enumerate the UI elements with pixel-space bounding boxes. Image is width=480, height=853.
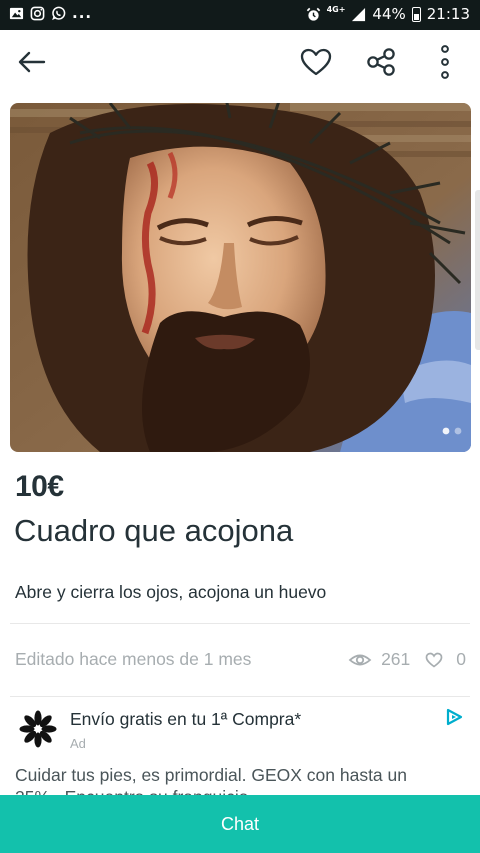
ad-headline[interactable]: Envío gratis en tu 1ª Compra* — [70, 709, 301, 730]
gallery-icon — [9, 7, 24, 20]
back-arrow-icon — [18, 51, 46, 73]
more-vertical-icon — [441, 45, 449, 79]
chat-button-label: Chat — [220, 813, 260, 834]
favorites-count: 0 — [456, 649, 466, 669]
advertiser-logo[interactable] — [18, 709, 58, 749]
signal-icon — [352, 7, 366, 21]
chat-button[interactable]: Chat — [0, 795, 480, 853]
whatsapp-icon — [52, 6, 66, 21]
battery-percent: 44% — [372, 5, 406, 23]
eye-icon — [348, 654, 372, 665]
status-bar-notifications: ... — [9, 6, 92, 21]
heart-outline-icon — [425, 652, 443, 668]
divider — [10, 696, 470, 697]
share-icon — [367, 48, 395, 76]
painting-image — [10, 103, 471, 452]
ad-body-line: Cuidar tus pies, es primordial. GEOX con… — [15, 765, 407, 785]
pager-dot-active — [442, 427, 450, 435]
status-bar: ... 4G+ 44% 21:13 — [0, 0, 480, 30]
ad-label: Ad — [70, 736, 86, 751]
listing-photo[interactable] — [10, 103, 471, 452]
ad-choices-icon[interactable] — [444, 707, 464, 727]
edited-date: Editado hace menos de 1 mes — [15, 649, 252, 669]
back-button[interactable] — [10, 42, 54, 82]
share-button[interactable] — [359, 42, 403, 82]
views-count: 261 — [381, 649, 411, 669]
listing-description: Abre y cierra los ojos, acojona un huevo — [15, 582, 327, 602]
battery-icon — [411, 6, 421, 22]
edge-handle — [475, 190, 480, 350]
pager-dot — [454, 427, 462, 435]
favorite-button[interactable] — [294, 42, 338, 82]
app-screen: ... 4G+ 44% 21:13 10€ Cuadro que acojona… — [0, 0, 480, 853]
top-toolbar — [0, 30, 480, 96]
status-bar-system: 4G+ 44% 21:13 — [306, 5, 470, 23]
instagram-icon — [30, 6, 45, 21]
network-type: 4G+ — [326, 4, 346, 14]
listing-price: 10€ — [15, 470, 64, 503]
divider — [10, 623, 470, 624]
more-options-button[interactable] — [423, 42, 467, 82]
listing-title: Cuadro que acojona — [14, 513, 294, 548]
alarm-icon — [306, 7, 320, 21]
clock: 21:13 — [426, 5, 470, 23]
more-notifications-indicator: ... — [72, 4, 93, 22]
heart-icon — [300, 48, 332, 76]
listing-stats: 261 0 — [348, 649, 466, 670]
